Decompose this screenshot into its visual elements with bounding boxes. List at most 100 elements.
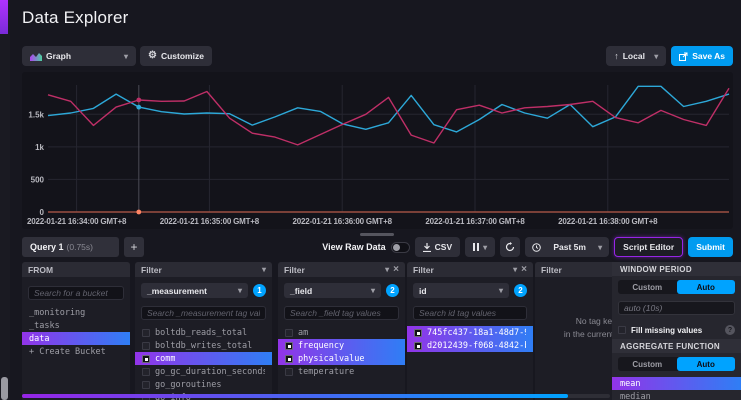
- fill-missing-values-row[interactable]: Fill missing values ?: [612, 320, 741, 339]
- visualization-type-dropdown[interactable]: Graph ▾: [22, 46, 136, 66]
- aggregate-function-item[interactable]: mean: [612, 377, 741, 390]
- toggle-knob-icon: [393, 244, 400, 251]
- tag-key-dropdown[interactable]: id ▾: [413, 283, 509, 298]
- checkbox-icon[interactable]: [142, 329, 150, 337]
- visualization-type-label: Graph: [46, 51, 71, 61]
- checkbox-icon[interactable]: [285, 329, 293, 337]
- graph-type-icon: [30, 52, 42, 61]
- customize-button[interactable]: ⚙ Customize: [140, 46, 212, 66]
- tag-value-item[interactable]: boltdb_reads_total: [135, 326, 272, 339]
- custom-option[interactable]: Custom: [618, 357, 677, 371]
- custom-option[interactable]: Custom: [618, 280, 677, 294]
- tag-value-label: am: [298, 328, 308, 338]
- hover-point-pink: [136, 98, 141, 103]
- tag-value-item[interactable]: go_goroutines: [135, 378, 272, 391]
- tag-value-item[interactable]: go_gc_duration_seconds: [135, 365, 272, 378]
- view-toolbar: Graph ▾ ⚙ Customize: [22, 46, 212, 66]
- tag-key-dropdown[interactable]: _measurement ▾: [141, 283, 248, 298]
- tag-value-label: boltdb_reads_total: [155, 328, 247, 338]
- save-as-button[interactable]: Save As: [671, 46, 733, 66]
- aggregate-function-title: AGGREGATE FUNCTION: [612, 339, 741, 353]
- checkbox-icon[interactable]: [285, 355, 293, 363]
- window-period-mode-toggle[interactable]: Custom Auto: [618, 280, 735, 294]
- tag-value-label: physicalvalue: [298, 354, 365, 364]
- filter-count-badge: 1: [253, 284, 266, 297]
- tag-value-item[interactable]: physicalvalue: [278, 352, 405, 365]
- filter-panel-header[interactable]: Filter ▾ ×: [407, 262, 533, 277]
- chevron-down-icon[interactable]: ▾: [385, 265, 389, 274]
- tag-value-item[interactable]: am: [278, 326, 405, 339]
- chevron-down-icon[interactable]: ▾: [513, 265, 517, 274]
- tag-value-search-input[interactable]: [284, 306, 399, 320]
- chevron-down-icon: ▾: [371, 286, 375, 295]
- csv-download-button[interactable]: CSV: [415, 237, 460, 257]
- y-axis-tick-label: 0: [40, 208, 45, 217]
- window-period-input[interactable]: [618, 301, 735, 315]
- panel-resize-handle[interactable]: [360, 233, 394, 236]
- time-range-dropdown[interactable]: Past 5m ▾: [525, 237, 609, 257]
- help-icon[interactable]: ?: [725, 325, 735, 335]
- checkbox-icon[interactable]: [285, 342, 293, 350]
- close-icon[interactable]: ×: [521, 265, 527, 275]
- create-bucket-button[interactable]: + Create Bucket: [22, 345, 130, 358]
- checkbox-icon[interactable]: [142, 368, 150, 376]
- checkbox-icon[interactable]: [142, 342, 150, 350]
- checkbox-icon[interactable]: [618, 326, 626, 334]
- auto-option[interactable]: Auto: [677, 280, 736, 294]
- aggregate-function-item[interactable]: median: [612, 390, 741, 400]
- bucket-list: _monitoring_tasksdata: [22, 306, 130, 345]
- aggregate-mode-toggle[interactable]: Custom Auto: [618, 357, 735, 371]
- tag-value-label: go_gc_duration_seconds: [155, 367, 265, 377]
- checkbox-icon[interactable]: [414, 342, 422, 350]
- query-tab[interactable]: Query 1 (0.75s): [22, 237, 119, 257]
- checkbox-icon[interactable]: [142, 381, 150, 389]
- chevron-down-icon: ▾: [238, 286, 242, 295]
- local-dropdown[interactable]: ↑ Local ▾: [606, 46, 666, 66]
- line-chart[interactable]: 05001k1.5k2022-01-21 16:34:00 GMT+82022-…: [22, 72, 733, 229]
- from-panel-header[interactable]: FROM: [22, 262, 130, 277]
- tag-value-item[interactable]: d2012439-f068-4842-bfef-8…: [407, 339, 533, 352]
- submit-button[interactable]: Submit: [688, 237, 733, 257]
- window-period-panel: WINDOW PERIOD Custom Auto Fill missing v…: [612, 262, 741, 400]
- checkbox-icon[interactable]: [285, 368, 293, 376]
- horizontal-scrollbar-thumb[interactable]: [22, 394, 568, 398]
- tag-value-search-input[interactable]: [413, 306, 527, 320]
- hover-point-orange-zero: [136, 210, 141, 215]
- filter-panel-header[interactable]: Filter ▾: [135, 262, 272, 277]
- auto-option[interactable]: Auto: [677, 357, 736, 371]
- refresh-button[interactable]: [500, 237, 520, 257]
- tag-value-item[interactable]: frequency: [278, 339, 405, 352]
- tag-value-item[interactable]: temperature: [278, 365, 405, 378]
- add-query-button[interactable]: +: [124, 237, 144, 257]
- tag-value-item[interactable]: comm: [135, 352, 272, 365]
- filter-panel-header[interactable]: Filter ▾ ×: [278, 262, 405, 277]
- view-raw-data-toggle[interactable]: [391, 242, 410, 253]
- pause-dropdown-button[interactable]: ▾: [465, 237, 495, 257]
- filter-panel-title: Filter: [284, 265, 305, 275]
- chevron-down-icon[interactable]: ▾: [262, 265, 266, 274]
- save-as-label: Save As: [692, 51, 725, 61]
- tag-key-dropdown[interactable]: _field ▾: [284, 283, 381, 298]
- bucket-item[interactable]: _tasks: [22, 319, 130, 332]
- chart-series-blue: [48, 86, 729, 132]
- checkbox-icon[interactable]: [414, 329, 422, 337]
- script-editor-button[interactable]: Script Editor: [614, 237, 683, 257]
- checkbox-icon[interactable]: [142, 355, 150, 363]
- query-tab-name: Query 1: [30, 242, 64, 252]
- query-controls: View Raw Data CSV ▾ Past 5m ▾ Script Edi…: [322, 237, 733, 257]
- x-axis-tick-label: 2022-01-21 16:34:00 GMT+8: [27, 217, 127, 226]
- close-icon[interactable]: ×: [393, 265, 399, 275]
- bucket-item[interactable]: data: [22, 332, 130, 345]
- tag-value-list: amfrequency physicalvaluetemperature: [278, 326, 405, 378]
- filter-panel-measurement: Filter ▾ _measurement ▾ 1 boltdb_reads_t…: [135, 262, 272, 400]
- hover-point-blue: [136, 105, 141, 110]
- bucket-item[interactable]: _monitoring: [22, 306, 130, 319]
- horizontal-scrollbar-track[interactable]: [22, 394, 610, 398]
- tag-value-search-input[interactable]: [141, 306, 266, 320]
- refresh-icon: [505, 242, 515, 252]
- tag-value-item[interactable]: boltdb_writes_total: [135, 339, 272, 352]
- chevron-down-icon: ▾: [124, 52, 128, 61]
- fill-missing-values-label: Fill missing values: [631, 326, 702, 335]
- bucket-search-input[interactable]: [28, 286, 124, 300]
- tag-value-item[interactable]: 745fc437-18a1-48d7-98a6-7…: [407, 326, 533, 339]
